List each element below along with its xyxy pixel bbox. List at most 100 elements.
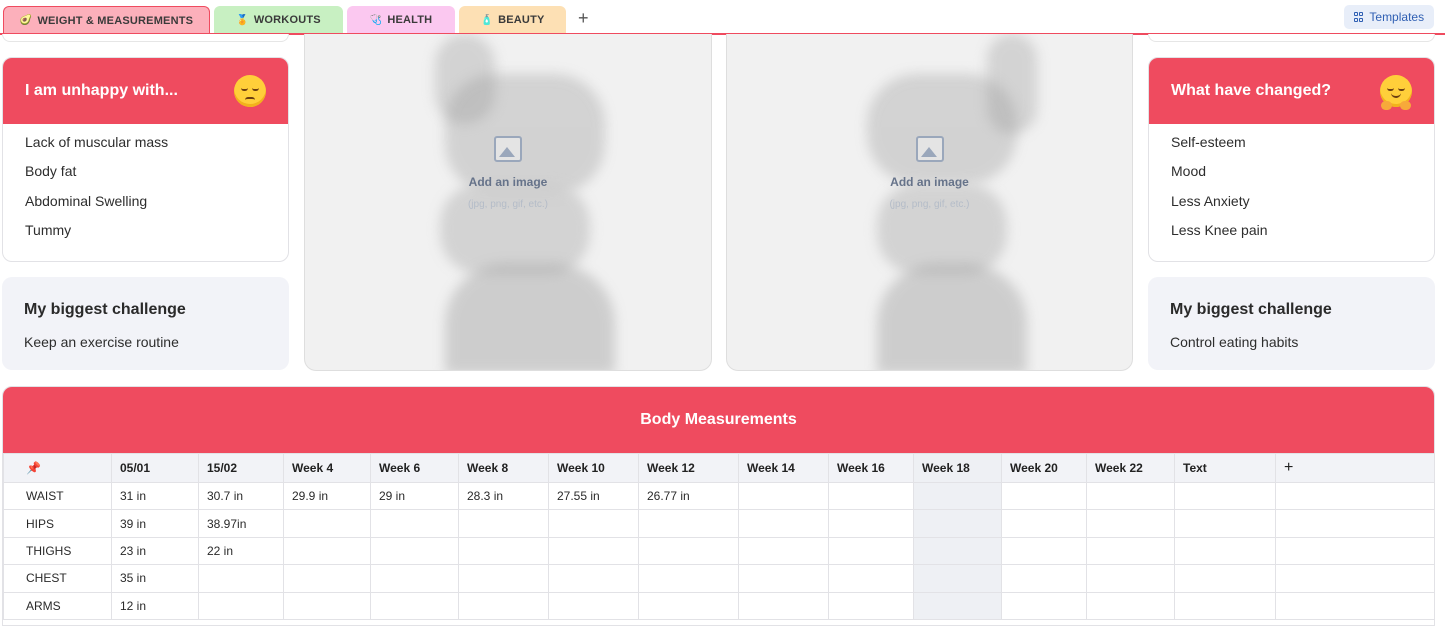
table-cell[interactable] [1275,591,1434,620]
column-header[interactable]: Text [1174,453,1276,483]
table-cell[interactable]: 26.77 in [638,481,739,511]
list-item[interactable]: Body fat [25,157,266,186]
table-cell[interactable] [913,509,1002,538]
row-label[interactable]: HIPS [3,509,112,538]
table-cell[interactable]: 35 in [111,564,199,593]
column-header[interactable]: Week 16 [828,453,914,483]
list-item[interactable]: Lack of muscular mass [25,128,266,157]
table-cell[interactable] [1086,564,1175,593]
table-cell[interactable]: 28.3 in [458,481,549,511]
table-cell[interactable] [1001,481,1087,511]
table-cell[interactable] [458,564,549,593]
table-cell[interactable] [1086,591,1175,620]
table-cell[interactable] [638,591,739,620]
table-cell[interactable] [283,509,371,538]
tab-health[interactable]: 🩺 HEALTH [347,6,455,34]
table-cell[interactable] [548,509,639,538]
column-header[interactable]: Week 20 [1001,453,1087,483]
column-header[interactable]: Week 22 [1086,453,1175,483]
table-cell[interactable] [283,564,371,593]
table-cell[interactable] [828,536,914,566]
table-cell[interactable] [738,509,829,538]
table-cell[interactable] [1001,536,1087,566]
table-cell[interactable]: 12 in [111,591,199,620]
add-column-button[interactable]: + [1275,453,1434,483]
table-cell[interactable]: 23 in [111,536,199,566]
table-cell[interactable]: 29 in [370,481,459,511]
table-cell[interactable] [638,536,739,566]
table-cell[interactable] [458,509,549,538]
table-cell[interactable] [738,591,829,620]
table-cell[interactable]: 30.7 in [198,481,284,511]
table-cell[interactable] [370,564,459,593]
table-cell[interactable] [1086,536,1175,566]
table-cell[interactable] [458,536,549,566]
table-cell[interactable] [738,536,829,566]
table-cell[interactable] [738,481,829,511]
tab-weight-measurements[interactable]: 🥑 WEIGHT & MEASUREMENTS [3,6,210,34]
challenge-text[interactable]: Control eating habits [1170,334,1298,350]
table-cell[interactable] [1275,536,1434,566]
table-cell[interactable] [913,536,1002,566]
row-label[interactable]: ARMS [3,591,112,620]
list-item[interactable]: Less Knee pain [1171,216,1412,245]
table-cell[interactable] [1001,591,1087,620]
row-label[interactable]: CHEST [3,564,112,593]
table-cell[interactable] [548,564,639,593]
table-cell[interactable] [1174,536,1276,566]
table-cell[interactable] [1275,564,1434,593]
table-cell[interactable] [1275,509,1434,538]
add-image-hint[interactable]: Add an image (jpg, png, gif, etc.) [305,136,711,210]
table-cell[interactable] [370,509,459,538]
table-cell[interactable] [198,591,284,620]
column-header[interactable]: Week 14 [738,453,829,483]
pin-icon[interactable]: 📌 [3,453,112,483]
table-cell[interactable] [828,481,914,511]
templates-button[interactable]: Templates [1344,5,1434,29]
table-cell[interactable] [283,536,371,566]
photo-before[interactable]: Add an image (jpg, png, gif, etc.) [304,34,712,371]
column-header[interactable]: Week 6 [370,453,459,483]
table-cell[interactable] [738,564,829,593]
table-cell[interactable] [1174,509,1276,538]
list-item[interactable]: Abdominal Swelling [25,187,266,216]
tab-workouts[interactable]: 🏅 WORKOUTS [214,6,343,34]
list-item[interactable]: Less Anxiety [1171,187,1412,216]
table-cell[interactable] [913,591,1002,620]
table-cell[interactable] [198,564,284,593]
add-image-hint[interactable]: Add an image (jpg, png, gif, etc.) [727,136,1132,210]
row-label[interactable]: WAIST [3,481,112,511]
table-cell[interactable] [458,591,549,620]
table-cell[interactable] [548,536,639,566]
list-item[interactable]: Tummy [25,216,266,245]
table-cell[interactable] [1275,481,1434,511]
table-cell[interactable]: 29.9 in [283,481,371,511]
photo-after[interactable]: Add an image (jpg, png, gif, etc.) [726,34,1133,371]
table-cell[interactable] [1174,591,1276,620]
table-cell[interactable] [828,509,914,538]
table-cell[interactable] [370,591,459,620]
challenge-text[interactable]: Keep an exercise routine [24,334,179,350]
column-header[interactable]: Week 18 [913,453,1002,483]
column-header[interactable]: Week 8 [458,453,549,483]
table-cell[interactable]: 31 in [111,481,199,511]
column-header[interactable]: 15/02 [198,453,284,483]
column-header[interactable]: 05/01 [111,453,199,483]
table-cell[interactable] [1174,481,1276,511]
table-cell[interactable] [913,564,1002,593]
table-cell[interactable]: 27.55 in [548,481,639,511]
table-cell[interactable] [1086,509,1175,538]
add-tab-button[interactable]: + [578,8,589,29]
table-cell[interactable] [370,536,459,566]
table-cell[interactable]: 38.97in [198,509,284,538]
table-cell[interactable]: 22 in [198,536,284,566]
table-cell[interactable] [283,591,371,620]
table-cell[interactable] [1086,481,1175,511]
table-cell[interactable] [913,481,1002,511]
list-item[interactable]: Self-esteem [1171,128,1412,157]
list-item[interactable]: Mood [1171,157,1412,186]
tab-beauty[interactable]: 🧴 BEAUTY [459,6,566,34]
table-cell[interactable]: 39 in [111,509,199,538]
table-cell[interactable] [548,591,639,620]
table-cell[interactable] [828,564,914,593]
